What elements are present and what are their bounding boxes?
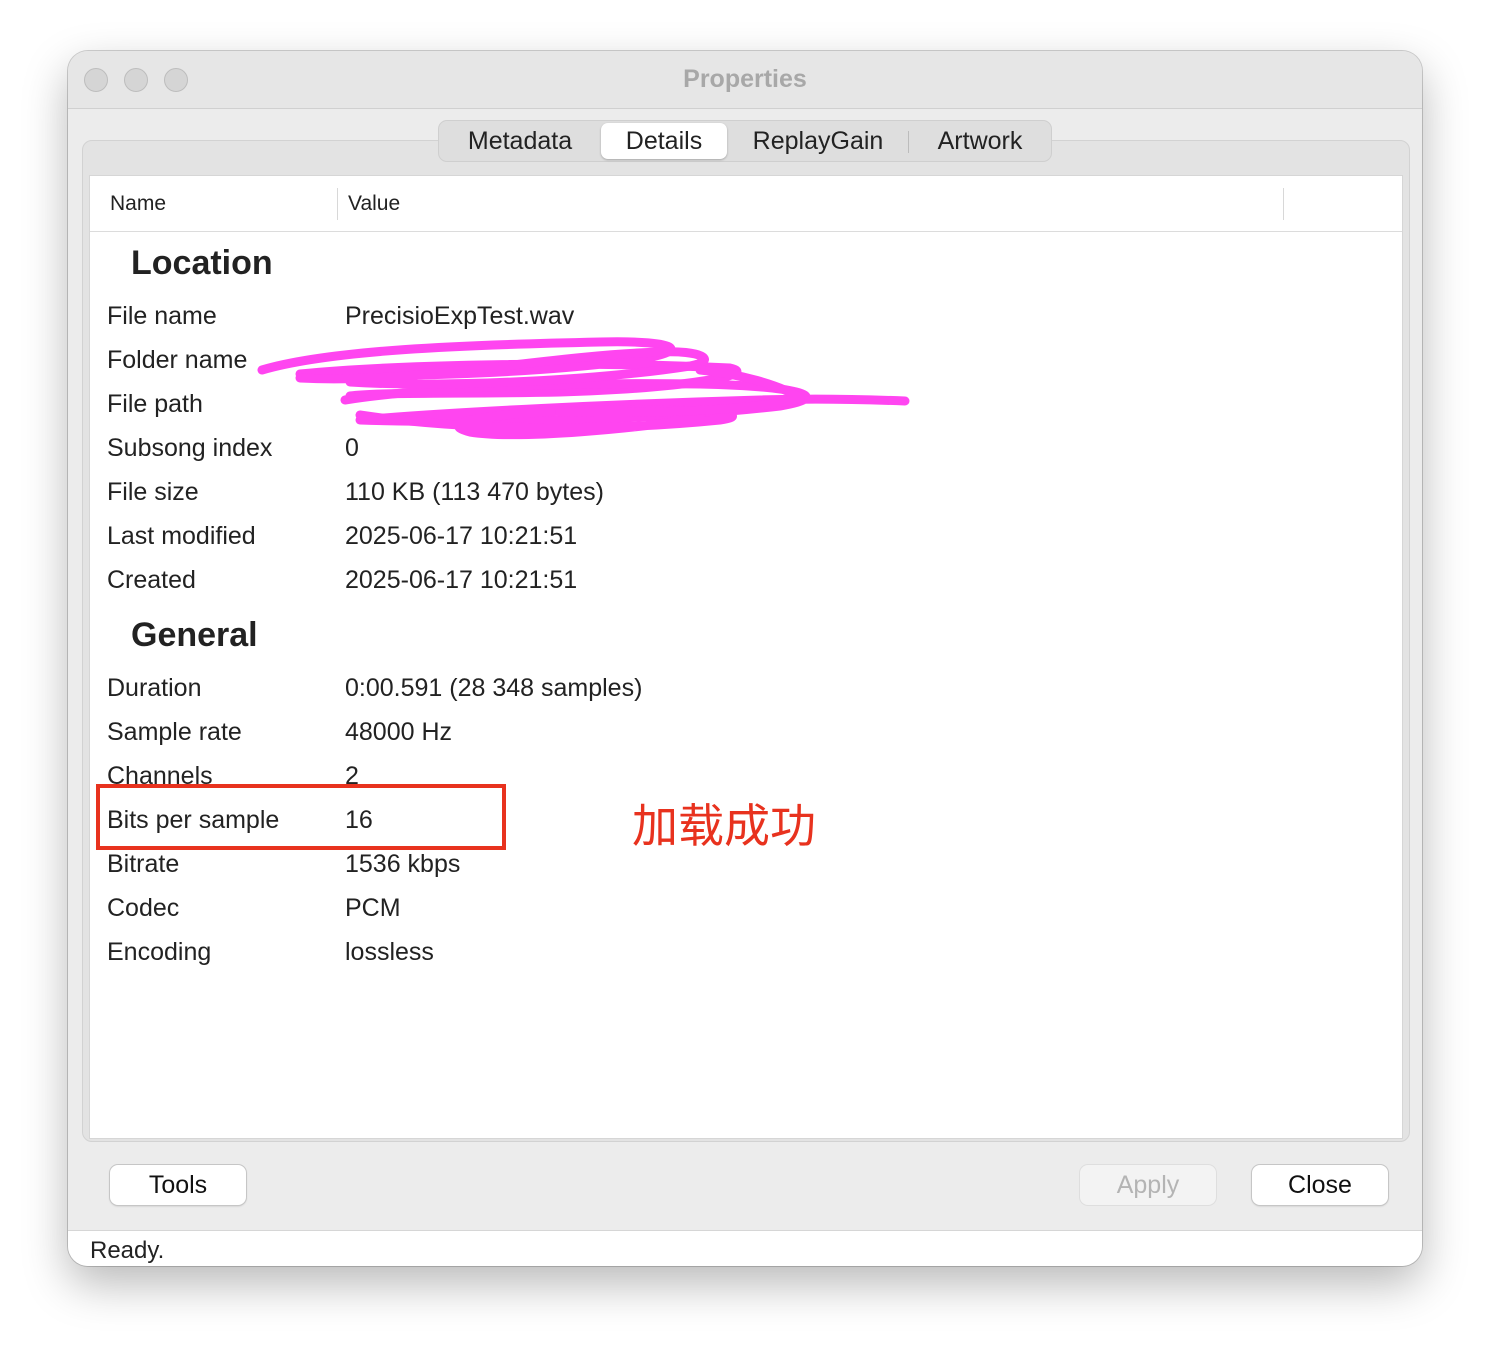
row-value[interactable]: 48000 Hz — [345, 718, 452, 747]
highlight-box — [96, 784, 506, 850]
tab-artwork[interactable]: Artwork — [913, 123, 1047, 159]
row-name[interactable]: Created — [107, 566, 196, 595]
tab-bar: Metadata Details ReplayGain Artwork — [438, 120, 1052, 162]
row-value[interactable]: 0:00.591 (28 348 samples) — [345, 674, 642, 703]
row-value[interactable]: lossless — [345, 938, 434, 967]
row-name[interactable]: Bitrate — [107, 850, 179, 879]
row-value[interactable]: 1536 kbps — [345, 850, 460, 879]
status-text: Ready. — [90, 1237, 165, 1264]
row-name[interactable]: Sample rate — [107, 718, 242, 747]
row-name[interactable]: Subsong index — [107, 434, 272, 463]
row-value[interactable]: 2025-06-17 10:21:51 — [345, 566, 577, 595]
row-name[interactable]: Encoding — [107, 938, 211, 967]
row-name[interactable]: Duration — [107, 674, 202, 703]
status-bar: Ready. — [68, 1230, 1422, 1266]
column-resize-handle[interactable] — [1283, 188, 1284, 220]
row-name[interactable]: File name — [107, 302, 217, 331]
tab-replaygain[interactable]: ReplayGain — [733, 123, 903, 159]
row-name[interactable]: Last modified — [107, 522, 256, 551]
row-name[interactable]: File path — [107, 390, 203, 419]
tab-divider — [908, 131, 909, 153]
tab-metadata[interactable]: Metadata — [445, 123, 595, 159]
column-header-name[interactable]: Name — [110, 192, 166, 216]
row-value[interactable]: PrecisioExpTest.wav — [345, 302, 574, 331]
details-table: Name Value Location File name PrecisioEx… — [89, 175, 1403, 1139]
row-value[interactable]: 0 — [345, 434, 359, 463]
row-name[interactable]: Codec — [107, 894, 179, 923]
row-value[interactable]: PCM — [345, 894, 401, 923]
tools-button[interactable]: Tools — [110, 1165, 246, 1205]
column-resize-handle[interactable] — [337, 188, 338, 220]
close-button[interactable]: Close — [1252, 1165, 1388, 1205]
row-name[interactable]: Folder name — [107, 346, 247, 375]
section-heading-general: General — [131, 616, 258, 654]
column-header-value[interactable]: Value — [348, 192, 400, 216]
title-bar: Properties — [68, 51, 1422, 109]
apply-button[interactable]: Apply — [1080, 1165, 1216, 1205]
table-header: Name Value — [90, 176, 1402, 232]
row-value[interactable]: 110 KB (113 470 bytes) — [345, 478, 604, 507]
properties-window: Properties Metadata Details ReplayGain A… — [68, 51, 1422, 1266]
tab-details[interactable]: Details — [601, 123, 727, 159]
row-value[interactable]: 2025-06-17 10:21:51 — [345, 522, 577, 551]
annotation-text: 加载成功 — [632, 799, 816, 853]
section-heading-location: Location — [131, 244, 273, 282]
row-name[interactable]: File size — [107, 478, 199, 507]
window-title: Properties — [683, 65, 807, 93]
